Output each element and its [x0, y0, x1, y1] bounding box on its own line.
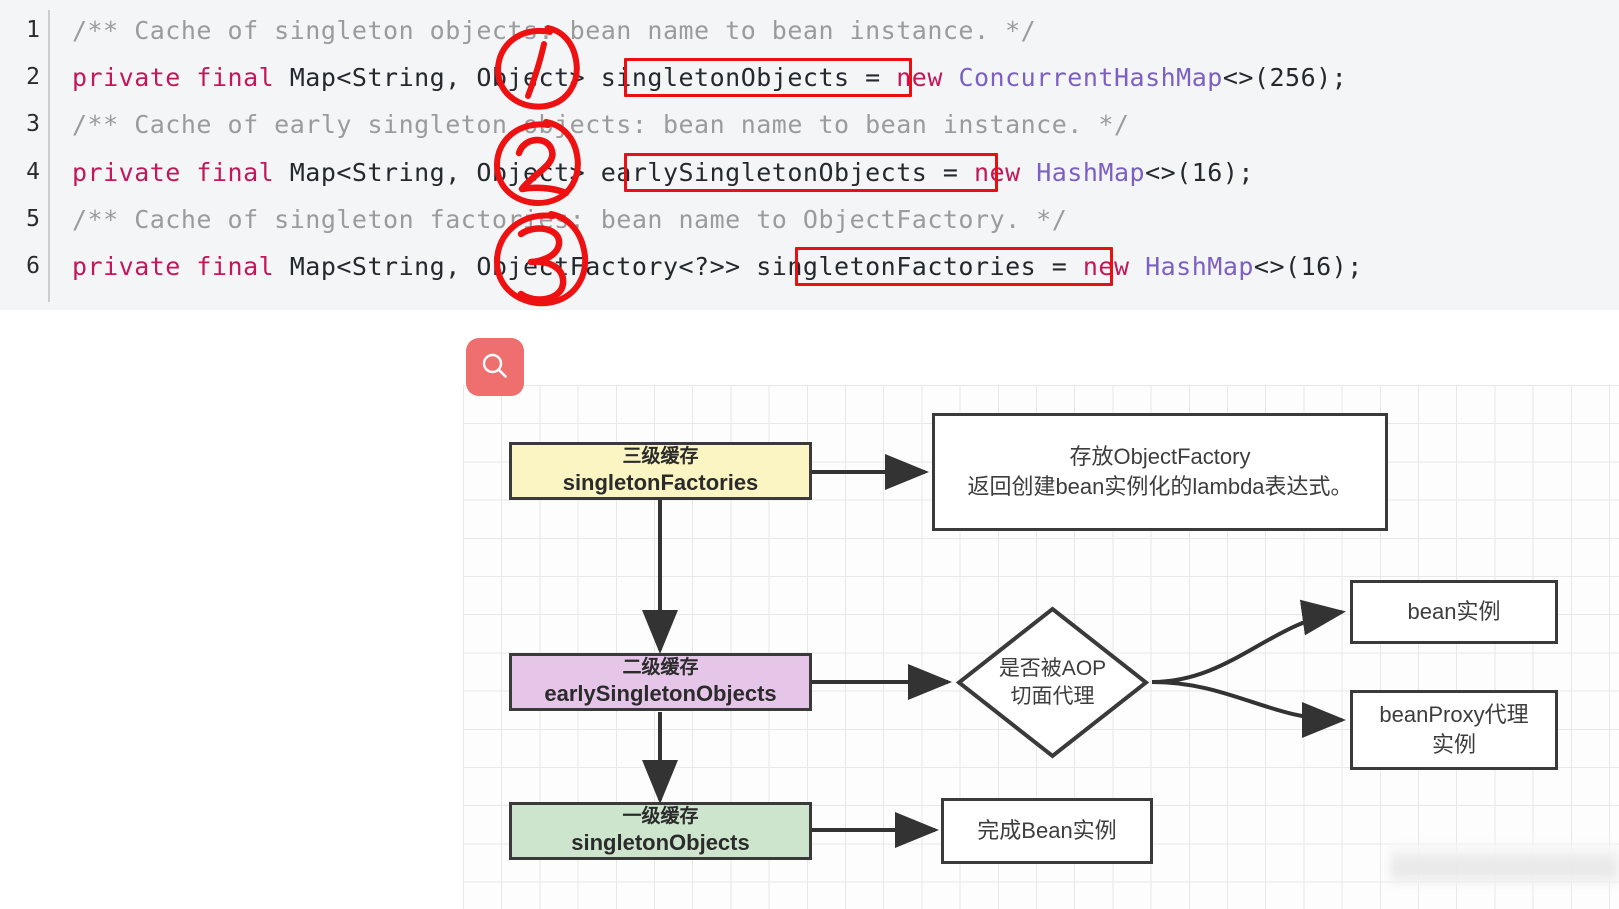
- node-title: 三级缓存: [622, 446, 699, 468]
- node-bean-proxy[interactable]: beanProxy代理 实例: [1350, 690, 1558, 770]
- code-token: private final: [72, 158, 290, 187]
- node-title: 二级缓存: [622, 657, 699, 679]
- node-label: bean实例: [1407, 599, 1501, 625]
- line-number: 3: [26, 111, 40, 137]
- line-number: 2: [26, 64, 40, 90]
- code-token: ConcurrentHashMap: [958, 63, 1223, 92]
- node-level3-cache[interactable]: 三级缓存 singletonFactories: [509, 442, 812, 500]
- code-token: <>(16);: [1145, 158, 1254, 187]
- code-line[interactable]: private final Map<String, ObjectFactory<…: [72, 252, 1363, 281]
- line-number: 6: [26, 253, 40, 279]
- code-line[interactable]: private final Map<String, Object> single…: [72, 63, 1347, 92]
- code-token: /** Cache of singleton objects: bean nam…: [72, 16, 1037, 45]
- node-finish-bean[interactable]: 完成Bean实例: [941, 798, 1153, 864]
- code-token: Map<String, ObjectFactory<?>> singletonF…: [289, 252, 1052, 281]
- code-token: new: [896, 63, 959, 92]
- code-token: =: [865, 63, 897, 92]
- code-token: <>(16);: [1253, 252, 1363, 281]
- code-token: new: [1082, 252, 1146, 281]
- code-token: =: [1051, 252, 1083, 281]
- node-level2-cache[interactable]: 二级缓存 earlySingletonObjects: [509, 653, 812, 711]
- node-label-line-1: beanProxy代理: [1379, 702, 1529, 728]
- node-level1-cache[interactable]: 一级缓存 singletonObjects: [509, 802, 812, 860]
- code-token: /** Cache of early singleton objects: be…: [72, 110, 1130, 139]
- code-token: HashMap: [1145, 252, 1254, 281]
- code-line[interactable]: private final Map<String, Object> earlyS…: [72, 158, 1254, 187]
- line-number: 1: [26, 17, 40, 43]
- code-token: Map<String, Object> earlySingletonObject…: [289, 158, 943, 187]
- code-token: Map<String, Object> singletonObjects: [289, 63, 866, 92]
- line-number: 5: [26, 206, 40, 232]
- code-token: HashMap: [1036, 158, 1146, 187]
- code-line[interactable]: /** Cache of singleton factories: bean n…: [72, 205, 1067, 234]
- code-token: private final: [72, 252, 290, 281]
- node-bean-instance[interactable]: bean实例: [1350, 580, 1558, 644]
- decision-line-1: 是否被AOP: [998, 657, 1107, 681]
- decision-line-2: 切面代理: [1010, 684, 1095, 708]
- diagram-area: 三级缓存 singletonFactories 存放ObjectFactory …: [0, 310, 1619, 909]
- node-title: 一级缓存: [622, 806, 699, 828]
- code-token: new: [973, 158, 1037, 187]
- code-token: <>(256);: [1222, 63, 1348, 92]
- code-line[interactable]: /** Cache of singleton objects: bean nam…: [72, 16, 1036, 45]
- blurred-watermark: [1390, 845, 1619, 885]
- code-line[interactable]: /** Cache of early singleton objects: be…: [72, 110, 1130, 139]
- node-label: 完成Bean实例: [977, 818, 1117, 844]
- decision-label: 是否被AOP 切面代理: [955, 605, 1150, 760]
- node-subtitle: singletonObjects: [571, 830, 750, 856]
- node-label-line-2: 实例: [1431, 732, 1476, 757]
- note-line-2: 返回创建bean实例化的lambda表达式。: [967, 474, 1353, 499]
- node-subtitle: singletonFactories: [562, 470, 759, 496]
- code-panel: 1 2 3 4 5 6 /** Cache of singleton objec…: [0, 0, 1619, 310]
- code-token: private final: [72, 63, 290, 92]
- line-number: 4: [26, 159, 40, 185]
- node-decision-aop[interactable]: 是否被AOP 切面代理: [955, 605, 1150, 760]
- gutter-divider: [48, 10, 50, 302]
- code-token: /** Cache of singleton factories: bean n…: [72, 205, 1068, 234]
- note-line-1: 存放ObjectFactory: [1069, 444, 1251, 470]
- node-subtitle: earlySingletonObjects: [544, 681, 777, 707]
- node-factory-note[interactable]: 存放ObjectFactory 返回创建bean实例化的lambda表达式。: [932, 413, 1388, 531]
- code-token: =: [942, 158, 974, 187]
